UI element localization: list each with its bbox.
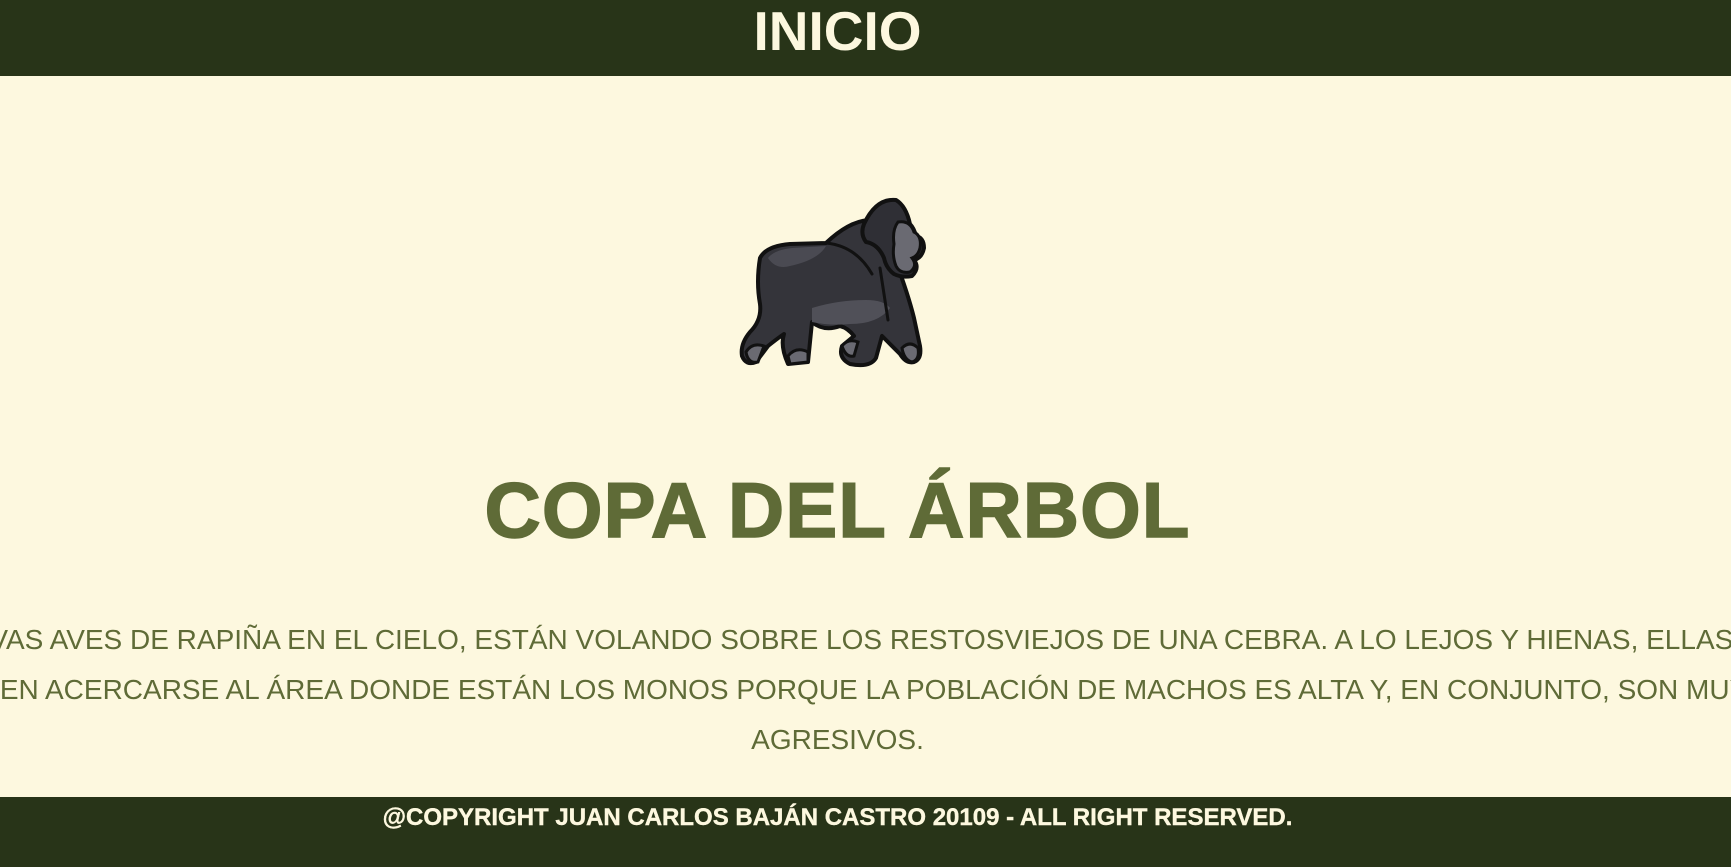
nav-inicio-link[interactable]: INICIO bbox=[0, 0, 1675, 62]
description-text: OBSERVAS AVES DE RAPIÑA EN EL CIELO, EST… bbox=[0, 624, 1731, 755]
page-title: COPA DEL ÁRBOL bbox=[484, 465, 1191, 555]
gorilla-foot-back bbox=[786, 348, 810, 366]
footer-copyright: @COPYRIGHT JUAN CARLOS BAJÁN CASTRO 2010… bbox=[382, 804, 1293, 831]
page: INICIO COPA DEL ÁRBOL OBSERVAS AVES DE R… bbox=[0, 0, 1731, 867]
header-bar: INICIO bbox=[0, 0, 1731, 76]
gorilla-hand-front bbox=[840, 339, 860, 358]
gorilla-hand-left bbox=[744, 343, 766, 364]
gorilla-icon bbox=[739, 197, 926, 368]
footer-bar: @COPYRIGHT JUAN CARLOS BAJÁN CASTRO 2010… bbox=[0, 797, 1731, 867]
